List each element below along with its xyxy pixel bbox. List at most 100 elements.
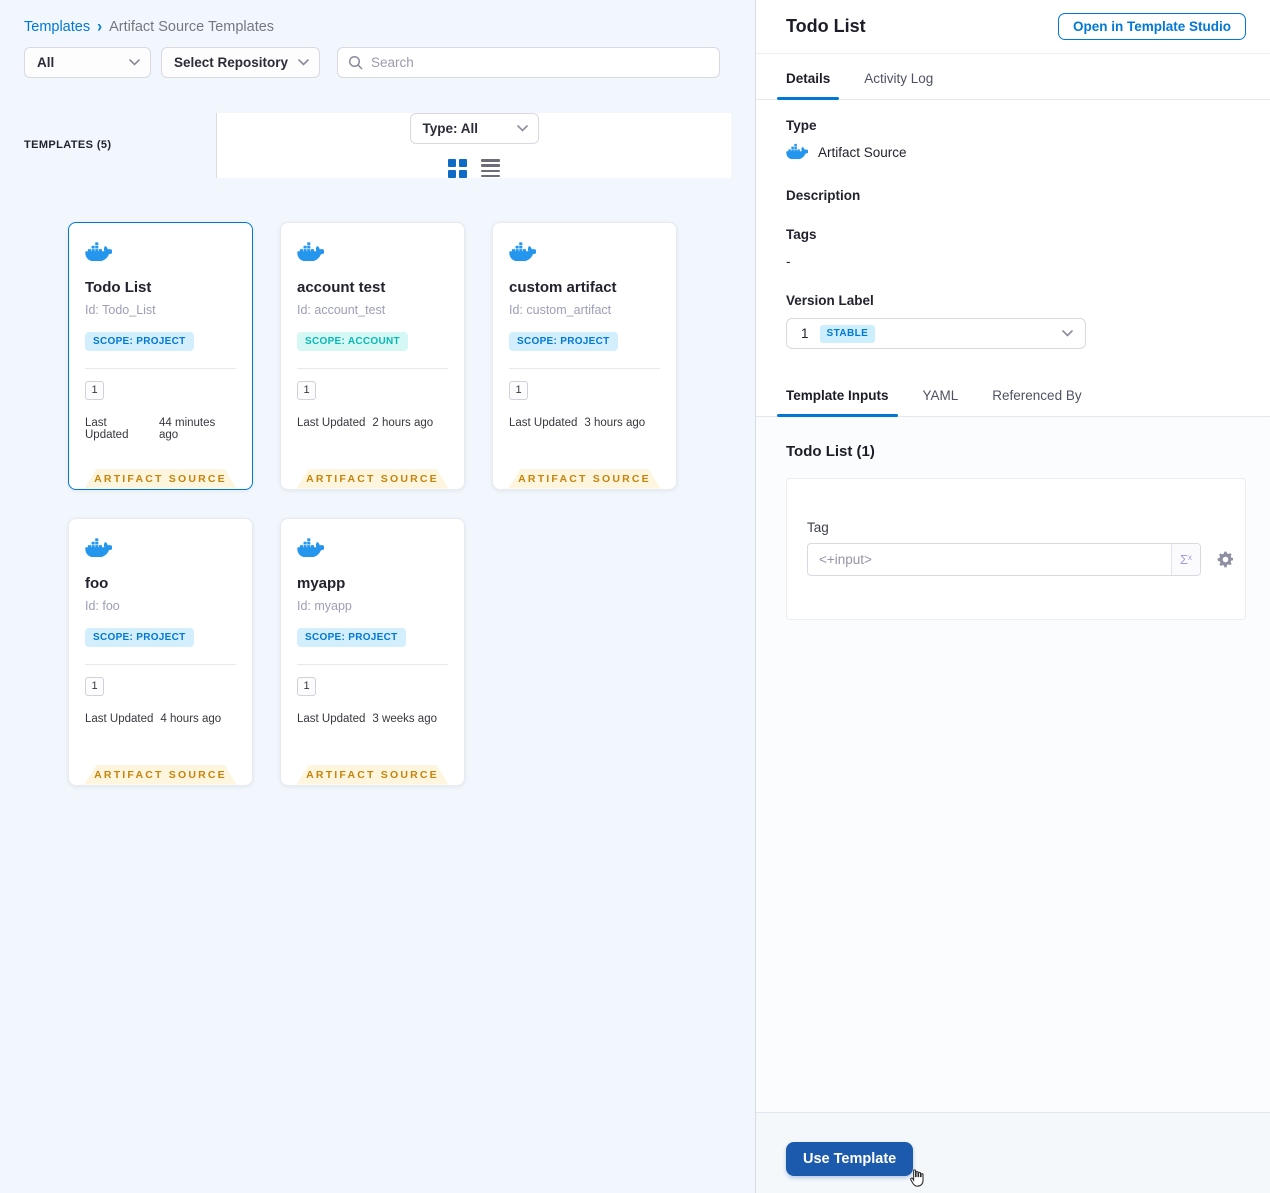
search-input[interactable] <box>371 55 709 70</box>
search-box[interactable] <box>337 47 720 78</box>
open-in-template-studio-button[interactable]: Open in Template Studio <box>1057 13 1246 40</box>
version-count-box: 1 <box>297 380 316 400</box>
tags-label: Tags <box>786 227 817 242</box>
template-cards-grid: Todo List Id: Todo_List SCOPE: PROJECT 1… <box>68 221 731 786</box>
details-footer: Use Template <box>756 1112 1270 1193</box>
breadcrumb: Templates › Artifact Source Templates <box>24 17 731 36</box>
templates-list-header: TEMPLATES (5) Type: All <box>24 113 731 178</box>
details-tabs: Details Activity Log <box>756 54 1270 100</box>
chevron-down-icon <box>1062 330 1073 337</box>
tab-referenced-by[interactable]: Referenced By <box>992 388 1081 404</box>
scope-filter-dropdown[interactable]: All <box>24 47 151 78</box>
type-value: Artifact Source <box>818 145 907 160</box>
last-updated-label: Last Updated <box>85 416 129 441</box>
template-id: Id: Todo_List <box>85 302 156 317</box>
filter-bar: All Select Repository <box>24 47 731 78</box>
search-icon <box>348 55 363 70</box>
view-toggle <box>448 159 500 178</box>
tab-template-inputs[interactable]: Template Inputs <box>777 388 897 417</box>
breadcrumb-templates-link[interactable]: Templates <box>24 19 90 35</box>
template-id: Id: account_test <box>297 302 386 317</box>
last-updated-label: Last Updated <box>297 416 366 429</box>
tag-field-label: Tag <box>807 520 829 535</box>
last-updated-value: 44 minutes ago <box>159 416 216 441</box>
divider <box>509 367 660 369</box>
template-name: custom artifact <box>509 278 617 296</box>
divider <box>85 367 236 369</box>
template-id: Id: myapp <box>297 598 352 613</box>
chevron-down-icon <box>516 125 528 132</box>
inputs-heading: Todo List (1) <box>786 443 875 460</box>
version-count-box: 1 <box>85 676 104 696</box>
docker-icon <box>297 537 325 561</box>
template-card-todo-list[interactable]: Todo List Id: Todo_List SCOPE: PROJECT 1… <box>68 221 253 490</box>
docker-icon <box>509 241 537 265</box>
template-card-myapp[interactable]: myapp Id: myapp SCOPE: PROJECT 1 Last Up… <box>280 517 465 786</box>
docker-icon <box>297 241 325 265</box>
version-select-dropdown[interactable]: 1 STABLE <box>786 318 1086 349</box>
expression-sigma-button[interactable]: Σx <box>1171 544 1200 575</box>
template-details-panel: Todo List Open in Template Studio Detail… <box>755 0 1270 1193</box>
tab-activity-log[interactable]: Activity Log <box>864 71 933 87</box>
scope-badge: SCOPE: PROJECT <box>509 331 618 351</box>
template-id: Id: foo <box>85 598 120 613</box>
template-card-custom-artifact[interactable]: custom artifact Id: custom_artifact SCOP… <box>492 221 677 490</box>
details-body: Type Artifact Source Description Tags - … <box>756 100 1270 373</box>
inputs-card: Tag Σx <box>786 478 1246 620</box>
version-count-box: 1 <box>85 380 104 400</box>
inputs-tabs: Template Inputs YAML Referenced By <box>756 373 1270 417</box>
list-view-icon[interactable] <box>480 159 500 178</box>
docker-icon <box>786 143 809 162</box>
divider <box>297 663 448 665</box>
grid-view-icon[interactable] <box>448 159 467 178</box>
type-filter-dropdown[interactable]: Type: All <box>409 113 539 144</box>
template-name: account test <box>297 278 386 296</box>
divider <box>297 367 448 369</box>
template-card-account-test[interactable]: account test Id: account_test SCOPE: ACC… <box>280 221 465 490</box>
tags-value: - <box>786 254 791 269</box>
last-updated-value: 3 weeks ago <box>372 712 437 725</box>
docker-icon <box>85 537 113 561</box>
tab-details[interactable]: Details <box>776 71 840 100</box>
artifact-source-ribbon: ARTIFACT SOURCE <box>84 468 237 489</box>
version-number: 1 <box>801 326 809 341</box>
scope-badge: SCOPE: ACCOUNT <box>297 331 408 351</box>
scope-badge: SCOPE: PROJECT <box>297 627 406 647</box>
templates-list-panel: Templates › Artifact Source Templates Al… <box>0 0 755 1193</box>
template-inputs-content: Todo List (1) Tag Σx <box>756 417 1270 1112</box>
scope-badge: SCOPE: PROJECT <box>85 627 194 647</box>
template-name: foo <box>85 574 109 592</box>
tag-input-group: Σx <box>807 543 1201 576</box>
chevron-down-icon <box>129 59 140 66</box>
stable-badge: STABLE <box>819 324 876 343</box>
template-name: myapp <box>297 574 346 592</box>
use-template-button[interactable]: Use Template <box>786 1142 914 1176</box>
last-updated-value: 2 hours ago <box>372 416 434 429</box>
tab-yaml[interactable]: YAML <box>923 388 959 404</box>
last-updated-label: Last Updated <box>85 712 154 725</box>
docker-icon <box>85 241 113 265</box>
scope-filter-value: All <box>37 55 55 70</box>
artifact-source-ribbon: ARTIFACT SOURCE <box>296 764 449 785</box>
details-header: Todo List Open in Template Studio <box>756 0 1270 54</box>
last-updated-value: 4 hours ago <box>160 712 222 725</box>
breadcrumb-current: Artifact Source Templates <box>109 18 275 35</box>
type-label: Type <box>786 118 817 133</box>
chevron-down-icon <box>298 59 309 66</box>
divider <box>85 663 236 665</box>
repository-filter-dropdown[interactable]: Select Repository <box>161 47 320 78</box>
panel-title: Todo List <box>786 16 866 36</box>
app-root: Templates › Artifact Source Templates Al… <box>0 0 1270 1193</box>
artifact-source-ribbon: ARTIFACT SOURCE <box>296 468 449 489</box>
template-name: Todo List <box>85 278 152 296</box>
breadcrumb-chevron-icon: › <box>97 17 103 36</box>
template-card-foo[interactable]: foo Id: foo SCOPE: PROJECT 1 Last Update… <box>68 517 253 786</box>
gear-icon[interactable] <box>1216 550 1235 569</box>
artifact-source-ribbon: ARTIFACT SOURCE <box>508 468 661 489</box>
type-filter-value: Type: All <box>422 121 479 136</box>
version-label: Version Label <box>786 293 874 308</box>
last-updated-label: Last Updated <box>297 712 366 725</box>
scope-badge: SCOPE: PROJECT <box>85 331 194 351</box>
description-label: Description <box>786 188 861 203</box>
tag-input[interactable] <box>808 544 1171 575</box>
